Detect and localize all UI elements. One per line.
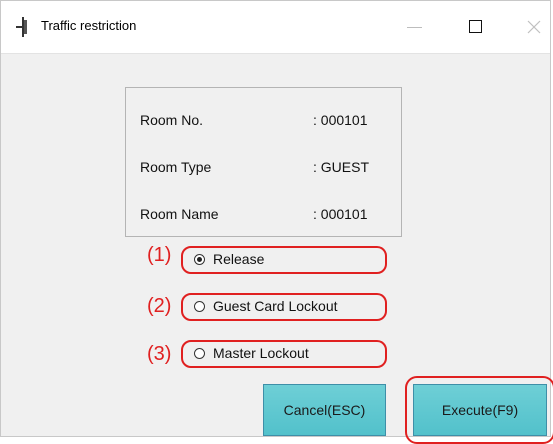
radio-button[interactable] [194, 254, 205, 265]
window-title: Traffic restriction [41, 18, 137, 33]
radio-release[interactable]: Release [181, 246, 387, 274]
minimize-button[interactable] [403, 15, 427, 39]
room-name-label: Room Name [140, 206, 219, 222]
room-type-label: Room Type [140, 159, 212, 175]
title-bar: Traffic restriction [1, 1, 550, 54]
radio-guest-card-lockout[interactable]: Guest Card Lockout [181, 293, 387, 321]
room-name-value: : 000101 [313, 206, 368, 222]
maximize-button[interactable] [464, 15, 488, 39]
close-button[interactable] [522, 15, 546, 39]
radio-label: Guest Card Lockout [213, 298, 338, 314]
radio-label: Master Lockout [213, 345, 309, 361]
room-info-panel: Room No. : 000101 Room Type : GUEST Room… [125, 87, 402, 237]
room-no-value: : 000101 [313, 112, 368, 128]
annotation-2: (2) [147, 295, 172, 317]
execute-button[interactable]: Execute(F9) [413, 384, 547, 436]
door-icon [15, 16, 31, 38]
radio-label: Release [213, 251, 265, 267]
radio-button[interactable] [194, 301, 205, 312]
room-type-value: : GUEST [313, 159, 370, 175]
radio-master-lockout[interactable]: Master Lockout [181, 340, 387, 368]
radio-button[interactable] [194, 348, 205, 359]
annotation-3: (3) [147, 343, 172, 365]
room-no-label: Room No. [140, 112, 204, 128]
annotation-1: (1) [147, 244, 172, 266]
cancel-button[interactable]: Cancel(ESC) [263, 384, 386, 436]
close-icon [527, 20, 541, 34]
dialog-window: Traffic restriction Room No. : 000101 Ro… [0, 0, 553, 444]
